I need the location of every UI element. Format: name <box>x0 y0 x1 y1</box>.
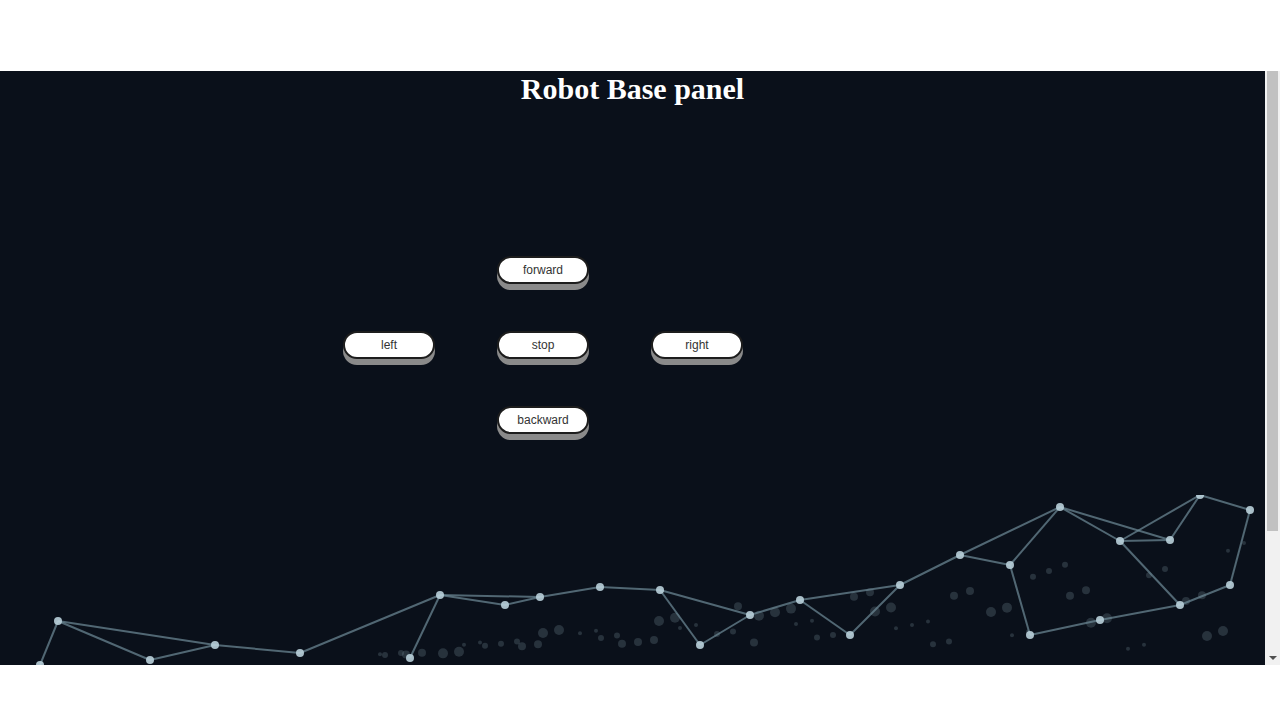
panel-title: Robot Base panel <box>0 71 1265 106</box>
scrollbar[interactable] <box>1265 71 1280 665</box>
backward-button[interactable]: backward <box>497 406 589 434</box>
control-pad: forward left stop right backward <box>343 256 1265 440</box>
robot-panel: Robot Base panel forward left stop right bac… <box>0 71 1265 665</box>
stop-button[interactable]: stop <box>497 331 589 359</box>
top-band <box>0 0 1280 71</box>
forward-button[interactable]: forward <box>497 256 589 284</box>
right-button[interactable]: right <box>651 331 743 359</box>
screen: Robot Base panel forward left stop right bac… <box>0 0 1280 720</box>
viewport: Robot Base panel forward left stop right bac… <box>0 71 1280 665</box>
left-button[interactable]: left <box>343 331 435 359</box>
scrollbar-thumb[interactable] <box>1267 71 1278 531</box>
network-background-icon <box>0 495 1265 665</box>
bottom-band <box>0 665 1280 720</box>
scroll-down-icon[interactable] <box>1269 656 1277 660</box>
